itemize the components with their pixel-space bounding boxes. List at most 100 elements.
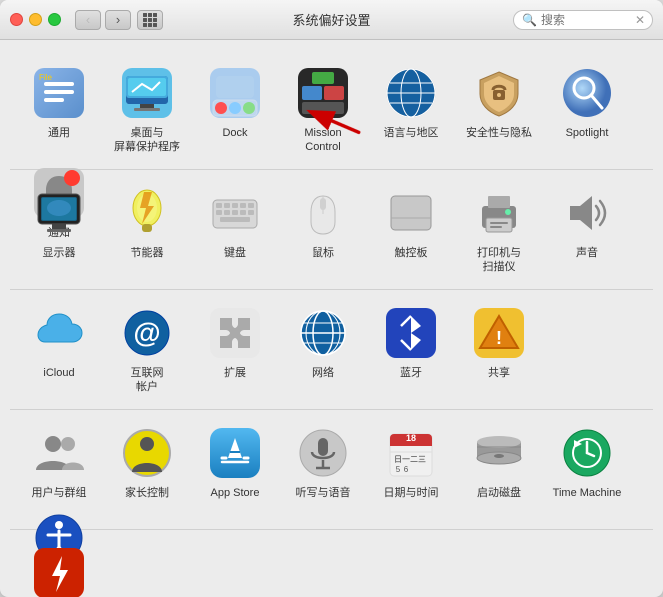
spotlight-label: Spotlight: [566, 126, 609, 140]
spotlight-icon: [559, 65, 615, 121]
svg-text:一: 一: [402, 455, 410, 464]
sharing-icon: !: [471, 305, 527, 361]
startdisk-icon: [471, 425, 527, 481]
back-button[interactable]: ‹: [75, 10, 101, 30]
pref-bluetooth[interactable]: 蓝牙: [367, 300, 455, 385]
security-icon: [471, 65, 527, 121]
pref-keyboard[interactable]: 键盘: [191, 180, 279, 265]
pref-sharing[interactable]: ! 共享: [455, 300, 543, 385]
pref-mission-control[interactable]: MissionControl: [279, 60, 367, 160]
security-label: 安全性与隐私: [466, 126, 532, 140]
svg-text:18: 18: [406, 433, 416, 443]
desktop-icon: [119, 65, 175, 121]
close-button[interactable]: [10, 13, 23, 26]
section-system: 用户与群组 家长控制: [10, 410, 653, 530]
svg-text:@: @: [133, 317, 160, 348]
section-hardware: 显示器 节能器: [10, 170, 653, 290]
internet-accounts-label: 互联网帐户: [131, 366, 164, 395]
timemachine-icon: [559, 425, 615, 481]
pref-datetime[interactable]: 18 日 一 二 三 5 6 日期与时间: [367, 420, 455, 505]
flash-player-icon: [31, 545, 87, 597]
dictation-label: 听写与语音: [296, 486, 351, 500]
pref-dock[interactable]: Dock: [191, 60, 279, 145]
dock-icon: [207, 65, 263, 121]
mission-control-icon: [295, 65, 351, 121]
pref-general[interactable]: File 通用: [15, 60, 103, 145]
extensions-icon: [207, 305, 263, 361]
traffic-lights: [10, 13, 61, 26]
pref-mouse[interactable]: 鼠标: [279, 180, 367, 265]
pref-extensions[interactable]: 扩展: [191, 300, 279, 385]
pref-security[interactable]: 安全性与隐私: [455, 60, 543, 145]
startdisk-label: 启动磁盘: [477, 486, 521, 500]
language-label: 语言与地区: [384, 126, 439, 140]
svg-text:日: 日: [394, 455, 402, 464]
printer-icon: [471, 185, 527, 241]
datetime-label: 日期与时间: [384, 486, 439, 500]
energy-icon: [119, 185, 175, 241]
pref-flash-player[interactable]: Flash Player: [15, 540, 103, 597]
users-label: 用户与群组: [32, 486, 87, 500]
mouse-icon: [295, 185, 351, 241]
icloud-label: iCloud: [43, 366, 74, 380]
datetime-icon: 18 日 一 二 三 5 6: [383, 425, 439, 481]
section-other: Flash Player: [10, 530, 653, 597]
pref-timemachine[interactable]: Time Machine: [543, 420, 631, 505]
pref-trackpad[interactable]: 触控板: [367, 180, 455, 265]
search-box[interactable]: 🔍 ✕: [513, 10, 653, 30]
pref-users[interactable]: 用户与群组: [15, 420, 103, 505]
minimize-button[interactable]: [29, 13, 42, 26]
pref-parental[interactable]: 家长控制: [103, 420, 191, 505]
svg-text:6: 6: [404, 465, 409, 474]
forward-button[interactable]: ›: [105, 10, 131, 30]
svg-text:三: 三: [418, 455, 426, 464]
window-title: 系统偏好设置: [292, 10, 370, 29]
bluetooth-icon: [383, 305, 439, 361]
pref-desktop[interactable]: 桌面与屏幕保护程序: [103, 60, 191, 160]
network-label: 网络: [312, 366, 334, 380]
general-label: 通用: [48, 126, 70, 140]
grid-view-button[interactable]: [137, 10, 163, 30]
search-clear-icon[interactable]: ✕: [635, 13, 645, 27]
users-icon: [31, 425, 87, 481]
energy-label: 节能器: [131, 246, 164, 260]
pref-energy[interactable]: 节能器: [103, 180, 191, 265]
bluetooth-label: 蓝牙: [400, 366, 422, 380]
internet-accounts-icon: @: [119, 305, 175, 361]
pref-spotlight[interactable]: Spotlight: [543, 60, 631, 145]
printer-label: 打印机与扫描仪: [477, 246, 521, 275]
network-icon: [295, 305, 351, 361]
pref-sound[interactable]: 声音: [543, 180, 631, 265]
language-icon: [383, 65, 439, 121]
pref-display[interactable]: 显示器: [15, 180, 103, 265]
maximize-button[interactable]: [48, 13, 61, 26]
trackpad-icon: [383, 185, 439, 241]
display-icon: [31, 185, 87, 241]
extensions-label: 扩展: [224, 366, 246, 380]
titlebar: ‹ › 系统偏好设置 🔍 ✕: [0, 0, 663, 40]
system-preferences-window: ‹ › 系统偏好设置 🔍 ✕: [0, 0, 663, 597]
desktop-label: 桌面与屏幕保护程序: [114, 126, 180, 155]
grid-dots-icon: [143, 13, 157, 27]
sound-icon: [559, 185, 615, 241]
pref-appstore[interactable]: App Store: [191, 420, 279, 505]
pref-icloud[interactable]: iCloud: [15, 300, 103, 385]
appstore-label: App Store: [211, 486, 260, 500]
search-input[interactable]: [541, 13, 631, 27]
dock-label: Dock: [222, 126, 247, 140]
svg-text:5: 5: [396, 465, 401, 474]
pref-printer[interactable]: 打印机与扫描仪: [455, 180, 543, 280]
keyboard-icon: [207, 185, 263, 241]
svg-text:!: !: [496, 328, 502, 348]
pref-language[interactable]: 语言与地区: [367, 60, 455, 145]
pref-startdisk[interactable]: 启动磁盘: [455, 420, 543, 505]
nav-buttons: ‹ ›: [75, 10, 131, 30]
parental-control-icon: [119, 425, 175, 481]
dictation-icon: [295, 425, 351, 481]
icloud-icon: [31, 305, 87, 361]
pref-network[interactable]: 网络: [279, 300, 367, 385]
section-internet: iCloud @ 互联网帐户: [10, 290, 653, 410]
pref-internet-accounts[interactable]: @ 互联网帐户: [103, 300, 191, 400]
general-icon: File: [31, 65, 87, 121]
pref-dictation[interactable]: 听写与语音: [279, 420, 367, 505]
